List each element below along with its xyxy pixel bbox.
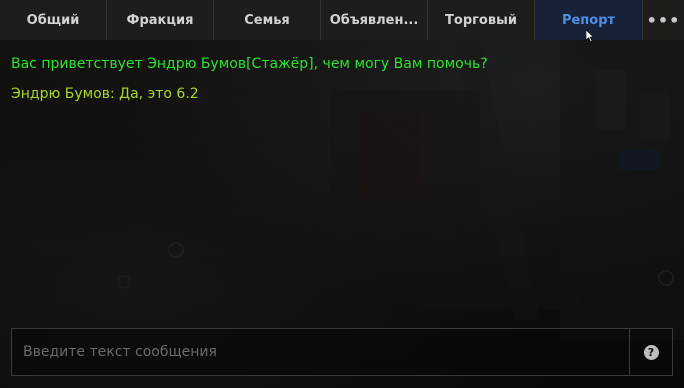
help-button[interactable]: ? (629, 329, 672, 375)
chat-tab-bar: Общий Фракция Семья Объявлен... Торговый… (0, 0, 684, 40)
tab-trade[interactable]: Торговый (428, 0, 535, 40)
chat-message: Вас приветствует Эндрю Бумов[Стажёр], че… (11, 56, 488, 72)
message-input[interactable] (12, 329, 629, 375)
more-dots-icon[interactable]: ••• (643, 0, 684, 40)
tab-announcements[interactable]: Объявлен... (321, 0, 428, 40)
help-question-icon: ? (643, 344, 659, 360)
report-chat-window: Общий Фракция Семья Объявлен... Торговый… (0, 0, 684, 388)
tab-general[interactable]: Общий (0, 0, 107, 40)
mouse-cursor-icon (586, 30, 595, 42)
chat-message: Эндрю Бумов: Да, это 6.2 (11, 86, 199, 102)
chat-message-list: Вас приветствует Эндрю Бумов[Стажёр], че… (11, 54, 671, 104)
message-input-container: ? (11, 328, 673, 376)
tab-faction[interactable]: Фракция (107, 0, 214, 40)
tab-family[interactable]: Семья (214, 0, 321, 40)
